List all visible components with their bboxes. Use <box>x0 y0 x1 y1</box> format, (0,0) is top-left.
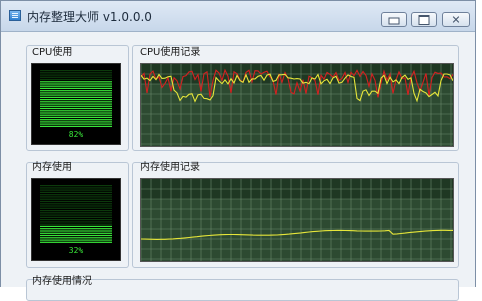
cpu-history-graph <box>140 63 454 147</box>
cpu-meter-segment <box>40 74 112 76</box>
memory-meter-segment <box>40 225 112 227</box>
cpu-meter-segment <box>40 85 112 87</box>
cpu-meter-segment <box>40 87 112 89</box>
memory-meter-segment <box>40 210 112 212</box>
maximize-icon <box>418 14 430 25</box>
cpu-meter-segment <box>40 70 112 72</box>
cpu-meter-segment <box>40 119 112 121</box>
cpu-meter-segment <box>40 99 112 101</box>
cpu-meter-segment <box>40 103 112 105</box>
memory-meter-segment <box>40 237 112 239</box>
app-window: 内存整理大师 v1.0.0.0 ✕ CPU使用 82% CPU使用记录 内存使用… <box>0 0 476 301</box>
memory-meter-segment <box>40 212 112 214</box>
memory-history-graph <box>140 178 454 262</box>
cpu-meter-segment <box>40 72 112 74</box>
cpu-meter-segment <box>40 116 112 118</box>
cpu-usage-meter: 82% <box>31 63 121 145</box>
memory-meter-segment <box>40 214 112 216</box>
cpu-usage-label: CPU使用 <box>32 47 73 58</box>
cpu-history-label: CPU使用记录 <box>140 47 201 58</box>
minimize-button[interactable] <box>381 12 407 27</box>
cpu-meter-segment <box>40 81 112 83</box>
memory-meter-segment <box>40 205 112 207</box>
memory-meter-segment <box>40 223 112 225</box>
cpu-meter-segment <box>40 92 112 94</box>
memory-meter-segment <box>40 191 112 193</box>
memory-usage-percent: 32% <box>68 246 84 255</box>
title-bar[interactable]: 内存整理大师 v1.0.0.0 ✕ <box>1 1 475 32</box>
memory-meter-segment <box>40 200 112 203</box>
cpu-meter-segment <box>40 96 112 98</box>
memory-meter-segment <box>40 234 112 237</box>
memory-meter-segment <box>40 185 112 187</box>
memory-meter-segment <box>40 216 112 218</box>
memory-meter-segment <box>40 219 112 221</box>
memory-meter-segment <box>40 203 112 205</box>
memory-meter-segment <box>40 194 112 196</box>
cpu-meter-segment <box>40 90 112 92</box>
memory-usage-meter: 32% <box>31 178 121 261</box>
window-title: 内存整理大师 v1.0.0.0 <box>27 10 152 24</box>
close-icon: ✕ <box>451 13 461 26</box>
memory-meter-segment <box>40 228 112 230</box>
cpu-meter-segment <box>40 107 112 110</box>
memory-history-line <box>141 229 453 240</box>
cpu-meter-segment <box>40 78 112 81</box>
memory-meter-segment <box>40 232 112 234</box>
memory-meter-segment <box>40 207 112 209</box>
memory-meter-segment <box>40 221 112 223</box>
memory-meter-segment <box>40 198 112 200</box>
app-icon <box>9 10 21 21</box>
memory-meter-segment <box>40 189 112 191</box>
cpu-meter-segment <box>40 94 112 96</box>
cpu-meter-segment <box>40 112 112 114</box>
cpu-meter-segment <box>40 121 112 123</box>
memory-meter-segment <box>40 230 112 232</box>
cpu-meter-segment <box>40 76 112 78</box>
cpu-meter-segment <box>40 105 112 107</box>
memory-history-label: 内存使用记录 <box>140 162 200 173</box>
memory-usage-label: 内存使用 <box>32 162 72 173</box>
maximize-button[interactable] <box>411 12 437 27</box>
memory-meter-segment <box>40 241 112 243</box>
cpu-usage-percent: 82% <box>68 130 84 139</box>
cpu-meter-segment <box>40 125 112 127</box>
memory-history-chart <box>141 179 453 261</box>
memory-meter-segment <box>40 196 112 198</box>
minimize-icon <box>388 17 400 25</box>
cpu-meter-segment <box>40 110 112 112</box>
cpu-meter-segment <box>40 101 112 103</box>
cpu-meter-segment <box>40 114 112 116</box>
memory-meter-segment <box>40 187 112 189</box>
memory-meter-segment <box>40 239 112 241</box>
cpu-meter-segment <box>40 123 112 125</box>
cpu-history-chart <box>141 64 453 146</box>
memory-details-label: 内存使用情况 <box>32 276 92 287</box>
cpu-meter-segment <box>40 83 112 85</box>
close-button[interactable]: ✕ <box>442 12 470 27</box>
memory-history-grid <box>141 179 453 261</box>
